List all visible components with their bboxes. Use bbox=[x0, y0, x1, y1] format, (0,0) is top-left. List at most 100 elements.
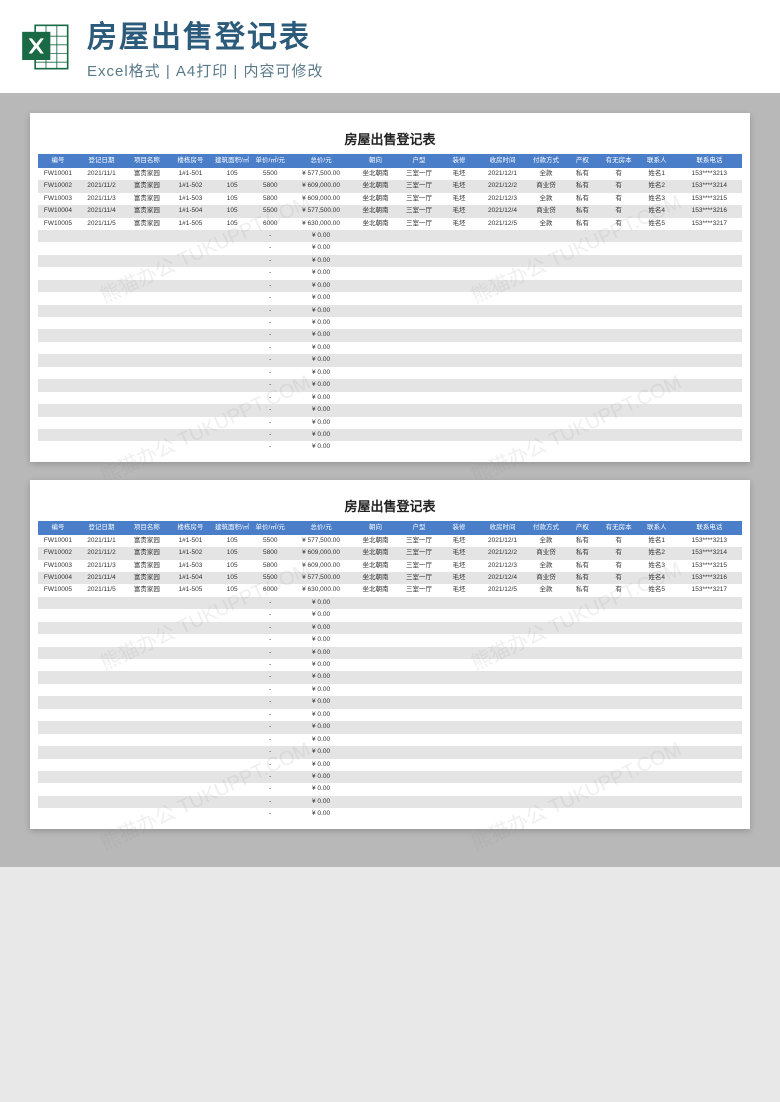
table-cell bbox=[397, 746, 441, 758]
table-cell: 有 bbox=[600, 205, 636, 217]
table-cell bbox=[169, 647, 213, 659]
table-cell: 三室一厅 bbox=[397, 205, 441, 217]
col-header: 建筑面积/㎡ bbox=[212, 154, 252, 168]
table-cell: ¥ 0.00 bbox=[288, 734, 353, 746]
table-cell: 毛坯 bbox=[441, 180, 477, 192]
table-cell: FW10003 bbox=[38, 560, 78, 572]
table-cell bbox=[125, 671, 169, 683]
table-cell: 富贵家园 bbox=[125, 572, 169, 584]
table-row-empty: -¥ 0.00 bbox=[38, 647, 742, 659]
table-row-empty: -¥ 0.00 bbox=[38, 417, 742, 429]
table-cell bbox=[397, 329, 441, 341]
table-cell bbox=[564, 783, 600, 795]
table-cell bbox=[637, 367, 677, 379]
table-cell bbox=[528, 796, 564, 808]
table-row: FW100022021/11/2富贵家园1#1-5021055800¥ 609,… bbox=[38, 180, 742, 192]
table-cell: FW10005 bbox=[38, 584, 78, 596]
table-cell bbox=[38, 796, 78, 808]
table-cell bbox=[78, 342, 125, 354]
table-cell bbox=[125, 622, 169, 634]
table-cell bbox=[354, 379, 398, 391]
table-cell bbox=[600, 441, 636, 453]
table-cell bbox=[78, 796, 125, 808]
table-cell: 三室一厅 bbox=[397, 584, 441, 596]
table-cell bbox=[169, 796, 213, 808]
table-cell bbox=[212, 441, 252, 453]
table-cell bbox=[600, 796, 636, 808]
table-cell bbox=[78, 696, 125, 708]
table-cell bbox=[600, 404, 636, 416]
table-cell bbox=[354, 441, 398, 453]
table-cell bbox=[125, 267, 169, 279]
table-cell bbox=[477, 696, 528, 708]
table-cell: - bbox=[252, 746, 288, 758]
table-cell: 全款 bbox=[528, 535, 564, 547]
table-cell bbox=[169, 783, 213, 795]
table-cell: 富贵家园 bbox=[125, 168, 169, 180]
table-row-empty: -¥ 0.00 bbox=[38, 671, 742, 683]
table-cell bbox=[354, 734, 398, 746]
table-cell bbox=[354, 267, 398, 279]
table-row: FW100052021/11/5富贵家园1#1-5051056000¥ 630,… bbox=[38, 584, 742, 596]
table-cell bbox=[169, 342, 213, 354]
table-cell: 三室一厅 bbox=[397, 572, 441, 584]
table-cell: 5800 bbox=[252, 193, 288, 205]
table-cell bbox=[564, 622, 600, 634]
table-cell bbox=[477, 429, 528, 441]
table-cell: 2021/11/4 bbox=[78, 572, 125, 584]
table-cell: - bbox=[252, 671, 288, 683]
table-cell: 毛坯 bbox=[441, 572, 477, 584]
table-cell bbox=[125, 684, 169, 696]
col-header: 建筑面积/㎡ bbox=[212, 521, 252, 535]
col-header: 装修 bbox=[441, 154, 477, 168]
table-cell bbox=[78, 709, 125, 721]
table-cell bbox=[169, 696, 213, 708]
table-cell: 毛坯 bbox=[441, 560, 477, 572]
table-cell bbox=[354, 647, 398, 659]
table-cell bbox=[212, 230, 252, 242]
table-cell bbox=[600, 709, 636, 721]
table-cell bbox=[564, 267, 600, 279]
table-cell bbox=[600, 696, 636, 708]
table-cell bbox=[477, 354, 528, 366]
table-cell: FW10002 bbox=[38, 180, 78, 192]
table-cell: FW10005 bbox=[38, 218, 78, 230]
table-cell: 全款 bbox=[528, 193, 564, 205]
table-cell bbox=[78, 734, 125, 746]
table-cell bbox=[637, 354, 677, 366]
table-cell bbox=[397, 721, 441, 733]
table-cell: 毛坯 bbox=[441, 535, 477, 547]
table-cell: ¥ 577,500.00 bbox=[288, 572, 353, 584]
table-cell: 2021/12/5 bbox=[477, 218, 528, 230]
table-cell bbox=[441, 417, 477, 429]
table-cell bbox=[528, 808, 564, 820]
table-cell bbox=[477, 671, 528, 683]
table-cell: 105 bbox=[212, 535, 252, 547]
table-cell bbox=[354, 808, 398, 820]
table-cell bbox=[477, 230, 528, 242]
table-cell bbox=[600, 392, 636, 404]
table-cell bbox=[564, 734, 600, 746]
table-cell bbox=[125, 808, 169, 820]
table-cell bbox=[564, 696, 600, 708]
table-cell bbox=[600, 721, 636, 733]
table-cell bbox=[354, 597, 398, 609]
table-cell bbox=[637, 441, 677, 453]
table-cell bbox=[528, 597, 564, 609]
table-row-empty: -¥ 0.00 bbox=[38, 354, 742, 366]
table-cell bbox=[477, 622, 528, 634]
table-cell bbox=[78, 230, 125, 242]
table-cell: 商业贷 bbox=[528, 547, 564, 559]
table-cell bbox=[212, 404, 252, 416]
table-cell bbox=[397, 441, 441, 453]
table-cell bbox=[677, 441, 742, 453]
table-cell bbox=[212, 242, 252, 254]
table-cell: 2021/12/5 bbox=[477, 584, 528, 596]
table-cell: 105 bbox=[212, 218, 252, 230]
table-cell: - bbox=[252, 379, 288, 391]
table-cell bbox=[441, 671, 477, 683]
table-cell bbox=[477, 597, 528, 609]
table-cell bbox=[169, 255, 213, 267]
table-cell bbox=[169, 734, 213, 746]
table-cell bbox=[354, 721, 398, 733]
